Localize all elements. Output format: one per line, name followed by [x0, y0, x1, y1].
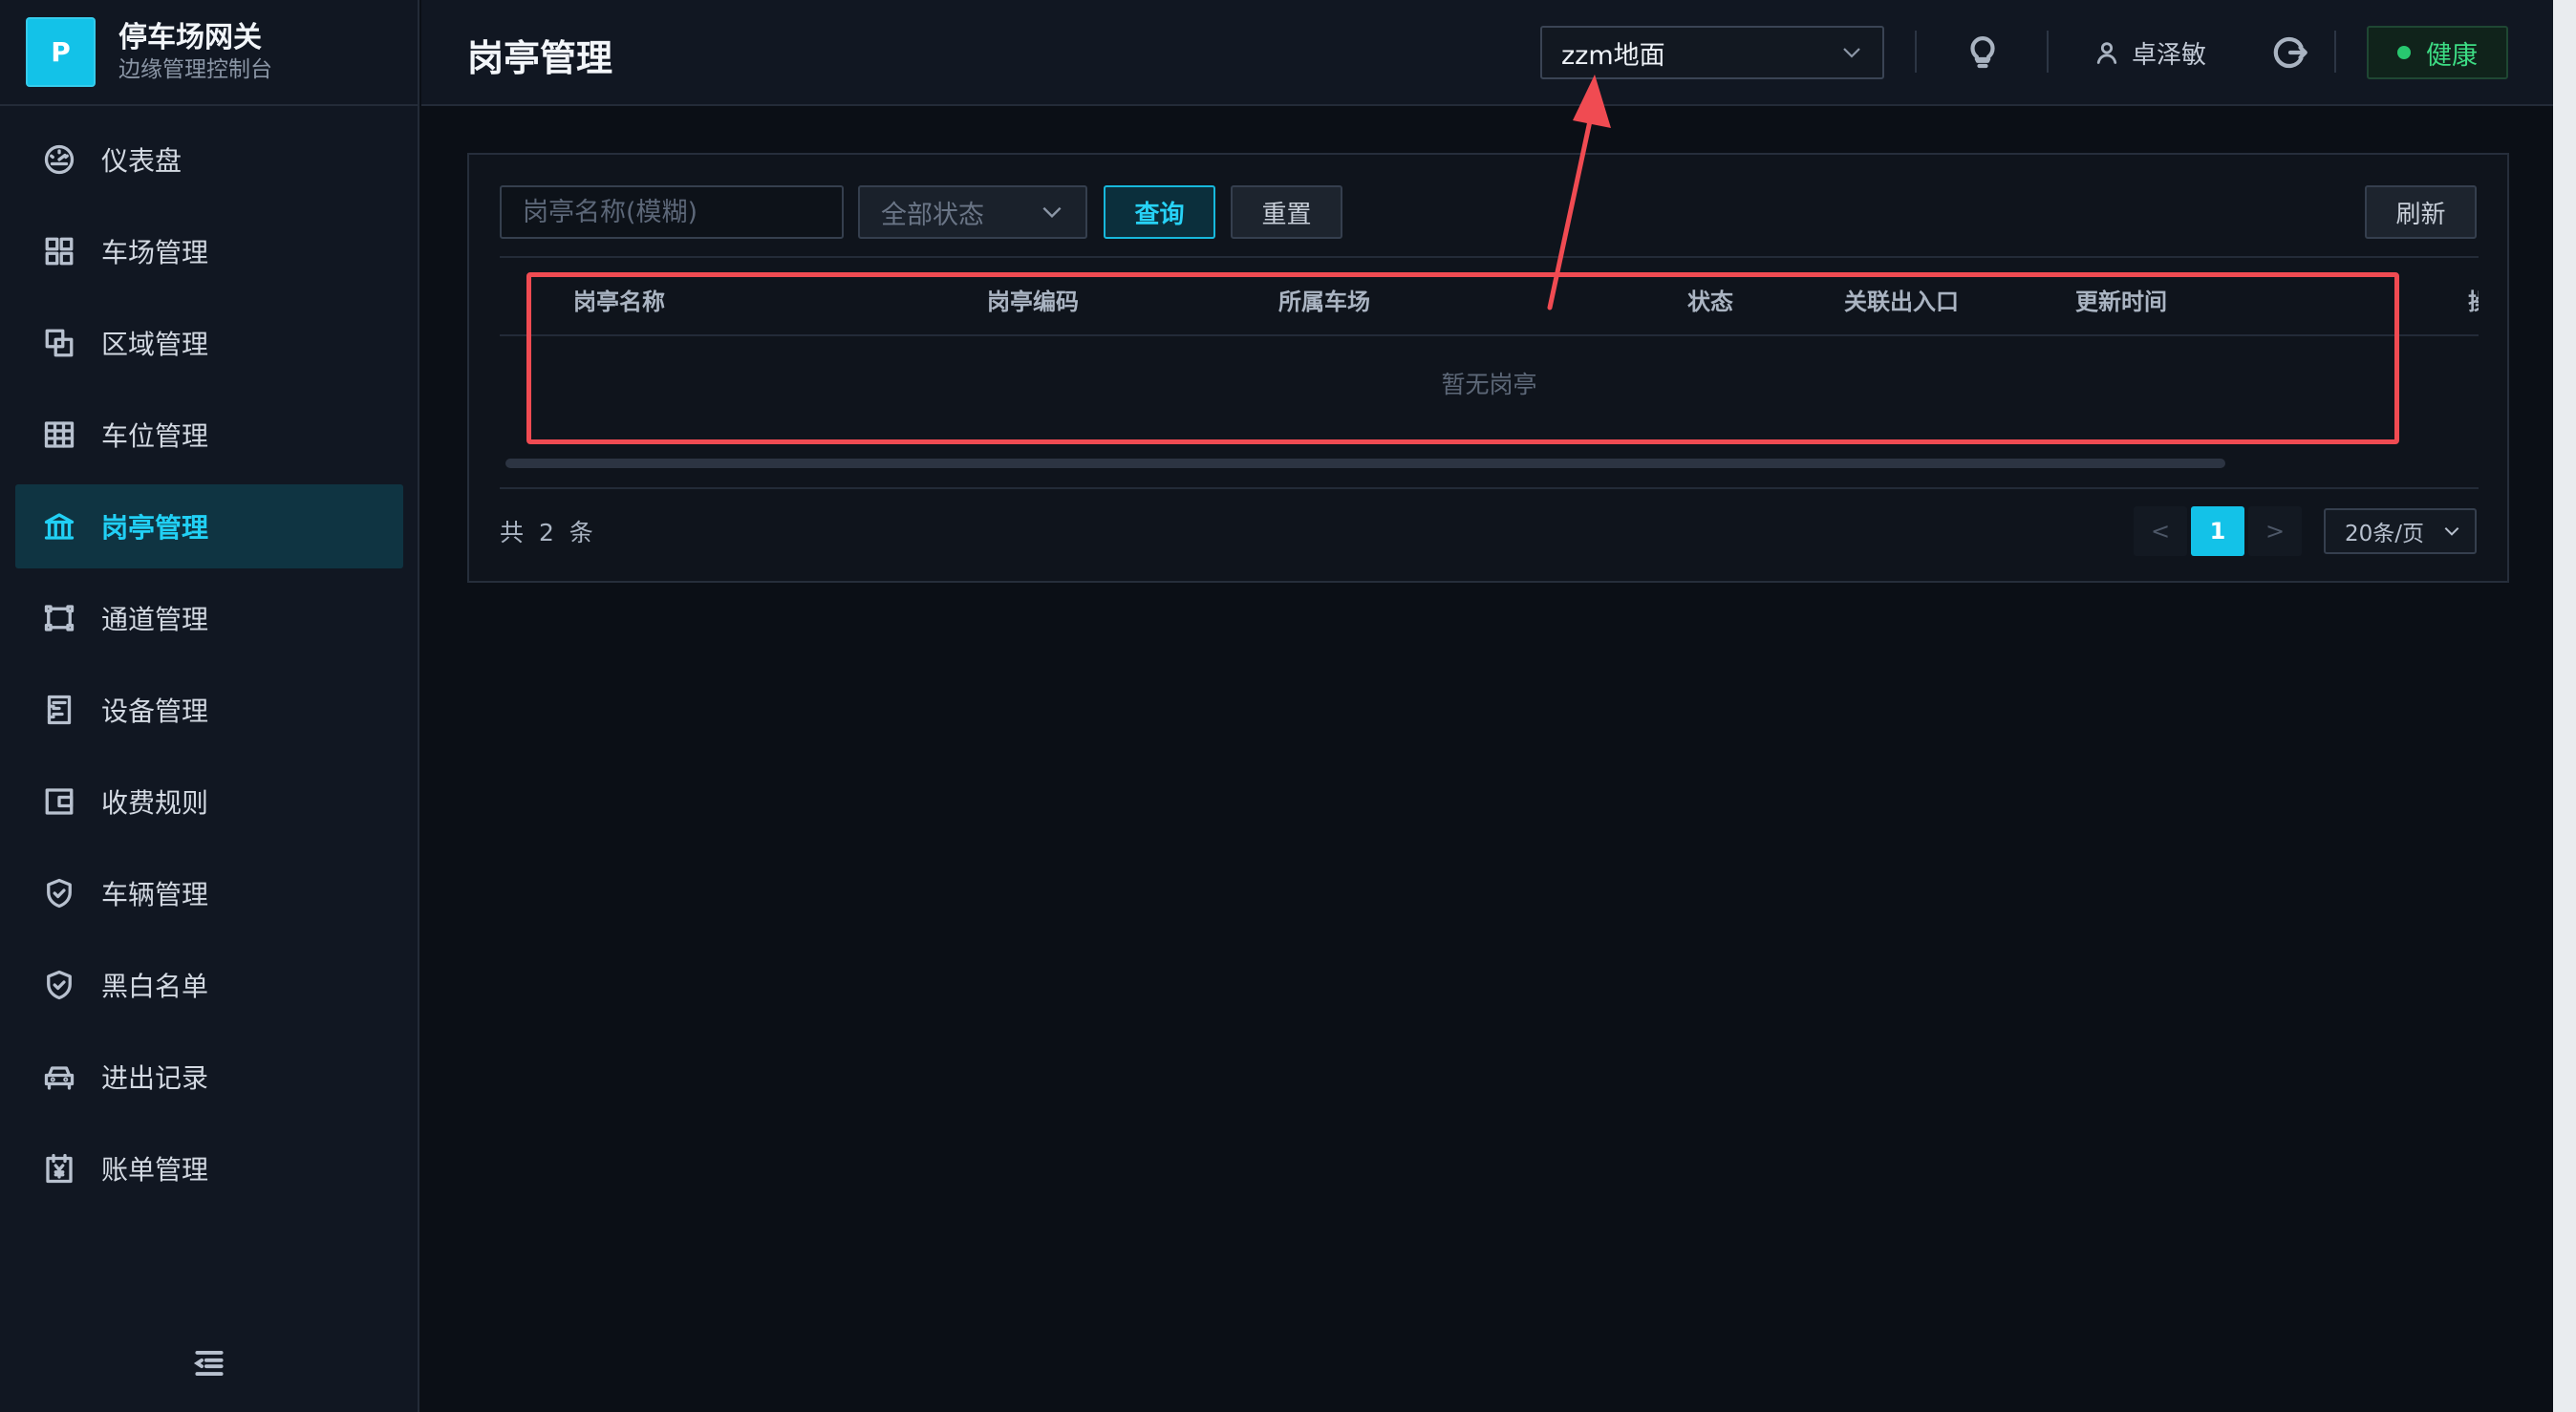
sidebar-item-label: 仪表盘: [101, 145, 182, 177]
chevron-down-icon: [2444, 526, 2459, 536]
sidebar-item-blacklist[interactable]: 黑白名单: [15, 943, 403, 1027]
query-button[interactable]: 查询: [1104, 185, 1215, 239]
booth-list-panel: 全部状态 查询 重置 刷新 岗亭名称 岗亭编码 所属车场 状态 关联出入口 更新…: [467, 153, 2509, 583]
parking-lot-select-value: zzm地面: [1561, 40, 1665, 71]
booth-name-search-field[interactable]: [500, 185, 844, 239]
sidebar-item-bills[interactable]: 账单管理: [15, 1126, 403, 1210]
sidebar-menu: 仪表盘 车场管理 区域管理 车位管理 岗亭管理 通道管理 设备管理 收费规则 车…: [15, 118, 403, 1218]
gauge-icon: [42, 142, 76, 177]
parking-lot-select[interactable]: zzm地面: [1540, 26, 1884, 79]
sidebar-item-label: 设备管理: [101, 695, 209, 727]
table-icon: [42, 417, 76, 452]
grid-icon: [42, 234, 76, 268]
sidebar-item-parking-lots[interactable]: 车场管理: [15, 209, 403, 293]
logout-icon[interactable]: [2270, 32, 2310, 73]
page-title: 岗亭管理: [467, 37, 613, 79]
sidebar-item-fee-rules[interactable]: 收费规则: [15, 759, 403, 844]
divider: [2334, 31, 2336, 73]
wallet-icon: [42, 784, 76, 819]
sidebar-item-label: 岗亭管理: [101, 512, 209, 544]
sidebar-item-devices[interactable]: 设备管理: [15, 668, 403, 752]
sidebar-item-label: 进出记录: [101, 1062, 209, 1094]
channel-icon: [42, 601, 76, 635]
column-header-updated-time: 更新时间: [2075, 289, 2167, 315]
car-icon: [42, 1059, 76, 1094]
user-icon: [2096, 42, 2117, 64]
shield-check-icon: [42, 876, 76, 910]
table-header: 岗亭名称 岗亭编码 所属车场 状态 关联出入口 更新时间 操: [500, 260, 2479, 336]
sidebar-item-label: 车辆管理: [101, 879, 209, 910]
next-page-button[interactable]: >: [2248, 506, 2302, 556]
horizontal-scrollbar[interactable]: [505, 459, 2225, 468]
app-subtitle: 边缘管理控制台: [118, 56, 272, 82]
sidebar-item-label: 黑白名单: [101, 971, 209, 1002]
refresh-button[interactable]: 刷新: [2365, 185, 2477, 239]
divider: [2047, 31, 2049, 73]
sidebar-item-channels[interactable]: 通道管理: [15, 576, 403, 660]
column-header-status: 状态: [1687, 289, 1733, 315]
app-logo: P: [26, 17, 96, 87]
status-filter-select[interactable]: 全部状态: [858, 185, 1087, 239]
reset-button[interactable]: 重置: [1231, 185, 1342, 239]
brand: P 停车场网关 边缘管理控制台: [0, 0, 418, 106]
shield-check-icon: [42, 968, 76, 1002]
health-status-badge: 健康: [2367, 26, 2508, 79]
page-button-current[interactable]: 1: [2191, 506, 2244, 556]
sidebar-item-vehicles[interactable]: 车辆管理: [15, 851, 403, 935]
prev-page-button[interactable]: <: [2134, 506, 2187, 556]
divider: [500, 487, 2479, 489]
sidebar-item-label: 通道管理: [101, 604, 209, 635]
column-header-booth-name: 岗亭名称: [573, 289, 665, 315]
top-header: 岗亭管理 zzm地面 卓泽敏 健康: [421, 0, 2553, 106]
sidebar-item-areas[interactable]: 区域管理: [15, 301, 403, 385]
sidebar-item-booths[interactable]: 岗亭管理: [15, 484, 403, 568]
sidebar-item-dashboard[interactable]: 仪表盘: [15, 118, 403, 202]
lightbulb-icon[interactable]: [1963, 32, 2003, 73]
sidebar-item-label: 车位管理: [101, 420, 209, 452]
table-empty-state: 暂无岗亭: [1441, 371, 1537, 398]
device-icon: [42, 693, 76, 727]
divider: [500, 256, 2479, 258]
menu-fold-icon[interactable]: [191, 1345, 227, 1381]
sidebar-item-spaces[interactable]: 车位管理: [15, 393, 403, 477]
total-count: 共 2 条: [500, 519, 597, 546]
page-size-value: 20条/页: [2345, 522, 2425, 546]
app-title: 停车场网关: [118, 20, 262, 54]
status-dot: [2397, 46, 2411, 59]
booth-name-search-input[interactable]: [523, 197, 842, 227]
column-header-actions: 操: [2468, 283, 2479, 316]
sidebar-item-label: 区域管理: [101, 329, 209, 360]
sidebar-item-label: 账单管理: [101, 1154, 209, 1186]
page-scrollbar[interactable]: [2553, 0, 2576, 1412]
bill-icon: [42, 1151, 76, 1186]
chevron-down-icon: [1042, 206, 1062, 219]
sidebar: P 停车场网关 边缘管理控制台 仪表盘 车场管理 区域管理 车位管理 岗亭管理: [0, 0, 419, 1412]
bank-icon: [42, 509, 76, 544]
status-filter-value: 全部状态: [881, 200, 984, 230]
user-name: 卓泽敏: [2132, 40, 2207, 70]
user-menu[interactable]: 卓泽敏: [2093, 32, 2206, 73]
column-header-parking-lot: 所属车场: [1278, 289, 1370, 315]
pagination: < 1 >: [2134, 506, 2306, 556]
sidebar-item-access-records[interactable]: 进出记录: [15, 1035, 403, 1119]
sidebar-item-label: 收费规则: [101, 787, 209, 819]
chevron-down-icon: [1843, 48, 1860, 58]
layers-icon: [42, 326, 76, 360]
page-size-select[interactable]: 20条/页: [2324, 508, 2477, 554]
health-status-text: 健康: [2426, 40, 2478, 71]
divider: [1915, 31, 1917, 73]
column-header-linked-gates: 关联出入口: [1844, 289, 1959, 315]
sidebar-item-label: 车场管理: [101, 237, 209, 268]
column-header-booth-code: 岗亭编码: [987, 289, 1079, 315]
